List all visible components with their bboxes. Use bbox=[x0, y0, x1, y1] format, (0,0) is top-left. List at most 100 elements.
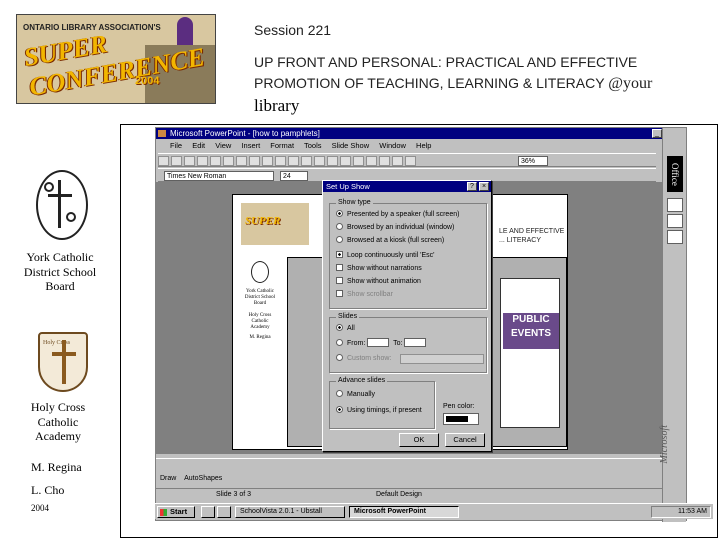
ok-button[interactable]: OK bbox=[399, 433, 439, 447]
mini-slide-title: LE AND EFFECTIVE ... LITERACY bbox=[499, 228, 565, 244]
taskbar-schoolvista[interactable]: SchoolVista 2.0.1 - Ubstall bbox=[235, 506, 345, 518]
clipart-icon[interactable] bbox=[353, 156, 364, 166]
menu-tools[interactable]: Tools bbox=[304, 141, 322, 150]
embedded-powerpoint-screenshot: Microsoft PowerPoint - [how to pamphlets… bbox=[120, 124, 718, 538]
tables-icon[interactable] bbox=[327, 156, 338, 166]
menu-edit[interactable]: Edit bbox=[192, 141, 205, 150]
option-browsed-by-individual[interactable]: Browsed by an individual (window) bbox=[336, 223, 454, 232]
help-button[interactable]: ? bbox=[467, 182, 477, 191]
print-icon[interactable] bbox=[197, 156, 208, 166]
slides-group: Slides All From: To: Custom show: bbox=[329, 313, 487, 373]
from-field bbox=[367, 338, 390, 347]
taskbar-powerpoint[interactable]: Microsoft PowerPoint bbox=[349, 506, 459, 518]
menu-format[interactable]: Format bbox=[270, 141, 294, 150]
draw-menu[interactable]: Draw bbox=[160, 475, 176, 482]
menu-view[interactable]: View bbox=[215, 141, 231, 150]
public-events-graphic: PUBLIC EVENTS bbox=[503, 313, 559, 349]
font-size-select[interactable]: 24 bbox=[280, 171, 308, 181]
nested-slide: PUBLIC EVENTS bbox=[500, 278, 560, 428]
open-icon[interactable] bbox=[171, 156, 182, 166]
windows-taskbar: Start SchoolVista 2.0.1 - Ubstall Micros… bbox=[155, 503, 713, 519]
cut-icon[interactable] bbox=[223, 156, 234, 166]
title-library-word: library bbox=[254, 96, 300, 115]
menu-insert[interactable]: Insert bbox=[241, 141, 260, 150]
new-icon[interactable] bbox=[158, 156, 169, 166]
session-number: Session 221 bbox=[254, 22, 332, 38]
new-slide-icon[interactable] bbox=[366, 156, 377, 166]
grayscale-icon[interactable] bbox=[405, 156, 416, 166]
dialog-titlebar: Set Up Show ? × bbox=[323, 181, 491, 192]
holy-cross-shield: Holy Cross bbox=[38, 332, 88, 392]
option-from-to[interactable]: From: To: bbox=[336, 338, 427, 348]
hyperlink-icon[interactable] bbox=[301, 156, 312, 166]
status-bar: Slide 3 of 3 Default Design bbox=[156, 488, 662, 500]
at-your: @your bbox=[608, 75, 653, 92]
copy-icon[interactable] bbox=[236, 156, 247, 166]
redo-icon[interactable] bbox=[288, 156, 299, 166]
option-all-slides[interactable]: All bbox=[336, 324, 355, 333]
checkbox-show-scrollbar[interactable]: Show scrollbar bbox=[336, 290, 393, 299]
autoshapes-menu[interactable]: AutoShapes bbox=[184, 475, 222, 482]
office-button-3[interactable] bbox=[667, 230, 683, 244]
mini-left-column: York Catholic District School Board Holy… bbox=[243, 261, 277, 341]
checkbox-no-animation[interactable]: Show without animation bbox=[336, 277, 421, 286]
status-design: Default Design bbox=[376, 491, 422, 498]
dialog-close-button[interactable]: × bbox=[479, 182, 489, 191]
system-tray-clock: 11:53 AM bbox=[651, 506, 711, 518]
session-title: UP FRONT AND PERSONAL: PRACTICAL AND EFF… bbox=[254, 54, 653, 92]
quicklaunch-ie-icon[interactable] bbox=[201, 506, 215, 518]
year-label: 2004 bbox=[31, 503, 49, 513]
checkbox-loop[interactable]: Loop continuously until 'Esc' bbox=[336, 251, 435, 260]
option-manually[interactable]: Manually bbox=[336, 390, 375, 399]
powerpoint-window: Microsoft PowerPoint - [how to pamphlets… bbox=[155, 127, 687, 522]
quicklaunch-outlook-icon[interactable] bbox=[217, 506, 231, 518]
super-conference-logo: ONTARIO LIBRARY ASSOCIATION'S SUPER CONFE… bbox=[16, 14, 216, 104]
zoom-select[interactable]: 36% bbox=[518, 156, 548, 166]
spelling-icon[interactable] bbox=[210, 156, 221, 166]
menu-window[interactable]: Window bbox=[379, 141, 406, 150]
app-icon bbox=[158, 130, 166, 137]
office-button-1[interactable] bbox=[667, 198, 683, 212]
font-name-select[interactable]: Times New Roman bbox=[164, 171, 274, 181]
pen-color-label: Pen color: bbox=[443, 403, 475, 410]
window-titlebar: Microsoft PowerPoint - [how to pamphlets… bbox=[156, 128, 686, 139]
drawing-toolbar: Draw AutoShapes bbox=[156, 472, 662, 486]
chart-icon[interactable] bbox=[340, 156, 351, 166]
option-custom-show[interactable]: Custom show: bbox=[336, 354, 484, 364]
ycdsb-crest bbox=[36, 170, 88, 240]
menu-help[interactable]: Help bbox=[416, 141, 431, 150]
view-buttons-bar bbox=[156, 458, 662, 470]
slide-layout-icon[interactable] bbox=[379, 156, 390, 166]
paste-icon[interactable] bbox=[249, 156, 260, 166]
option-using-timings[interactable]: Using timings, if present bbox=[336, 406, 422, 415]
set-up-show-dialog: Set Up Show ? × Show type Presented by a… bbox=[322, 180, 492, 452]
minimize-button[interactable]: _ bbox=[652, 129, 662, 138]
menu-bar: File Edit View Insert Format Tools Slide… bbox=[156, 140, 686, 152]
undo-icon[interactable] bbox=[275, 156, 286, 166]
checkbox-no-narration[interactable]: Show without narrations bbox=[336, 264, 422, 273]
board-name: York Catholic District School Board bbox=[23, 250, 97, 293]
start-button[interactable]: Start bbox=[157, 506, 195, 518]
author-1: M. Regina bbox=[31, 460, 82, 474]
save-icon[interactable] bbox=[184, 156, 195, 166]
option-presented-by-speaker[interactable]: Presented by a speaker (full screen) bbox=[336, 210, 459, 219]
show-type-group: Show type Presented by a speaker (full s… bbox=[329, 199, 487, 309]
mini-logo: SUPER bbox=[241, 203, 309, 245]
standard-toolbar: 36% bbox=[158, 153, 656, 167]
menu-file[interactable]: File bbox=[170, 141, 182, 150]
cancel-button[interactable]: Cancel bbox=[445, 433, 485, 447]
status-slide-number: Slide 3 of 3 bbox=[216, 491, 252, 498]
apply-design-icon[interactable] bbox=[392, 156, 403, 166]
author-2: L. Cho bbox=[31, 483, 65, 497]
web-toolbar-icon[interactable] bbox=[314, 156, 325, 166]
to-field bbox=[404, 338, 427, 347]
option-browsed-at-kiosk[interactable]: Browsed at a kiosk (full screen) bbox=[336, 236, 444, 245]
format-painter-icon[interactable] bbox=[262, 156, 273, 166]
logo-year: 2004 bbox=[135, 75, 160, 87]
pen-color-select[interactable] bbox=[443, 413, 479, 425]
office-label: Office bbox=[667, 156, 683, 192]
menu-slide-show[interactable]: Slide Show bbox=[332, 141, 370, 150]
office-button-2[interactable] bbox=[667, 214, 683, 228]
custom-show-select bbox=[400, 354, 484, 364]
microsoft-label: Microsoft bbox=[659, 425, 670, 464]
